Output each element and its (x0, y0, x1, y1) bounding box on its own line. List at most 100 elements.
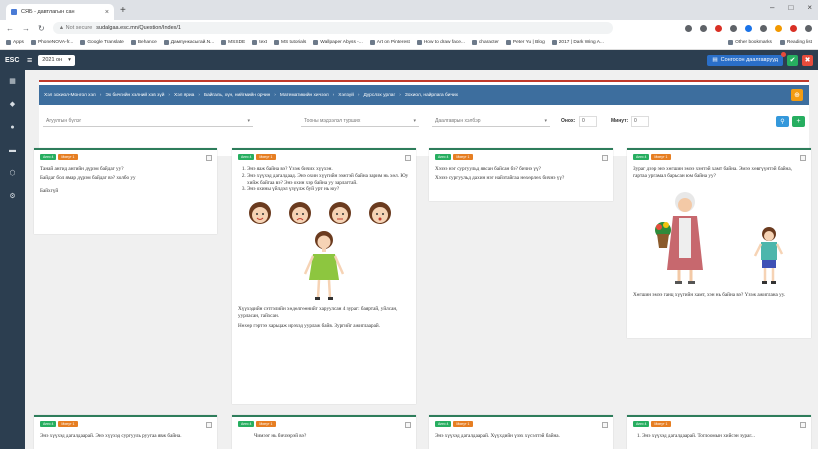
bookmark-item[interactable]: PhoneNOVA-fr... (30, 40, 73, 45)
bookmark-label: MSSDE (228, 40, 246, 45)
extension-icon[interactable] (775, 24, 782, 32)
close-window-icon[interactable]: × (807, 3, 812, 12)
diamond-icon[interactable]: ◆ (10, 101, 15, 108)
content-group-select[interactable]: Агуулгын бүлэг ▾ (43, 115, 253, 127)
minimize-icon[interactable]: – (770, 3, 774, 12)
bookmark-item[interactable]: Behance (130, 40, 157, 45)
reload-icon[interactable]: ↻ (38, 24, 45, 33)
task-form-select[interactable]: Даалгаврын хэлбэр ▾ (432, 115, 550, 127)
select-checkbox[interactable] (405, 155, 411, 161)
reading-list-icon (779, 40, 785, 45)
browser-tab[interactable]: СЯБ - давтлагын сан × (6, 4, 114, 20)
bookmark-item[interactable]: Дампункасыгай.N... (163, 40, 214, 45)
type-select[interactable]: Тооны мэдээлэл турших ▾ (301, 115, 419, 127)
bookmark-item[interactable]: MSSDE (221, 40, 245, 45)
tab-close-icon[interactable]: × (105, 9, 109, 16)
question-card[interactable]: Анги 4 Минут 1 Танай ангид ангийн дүрэм … (34, 148, 217, 234)
star-icon[interactable] (685, 24, 692, 32)
breadcrumb-item[interactable]: Зохиол, найрлага бичих (405, 93, 462, 98)
select-checkbox[interactable] (800, 422, 806, 428)
select-checkbox[interactable] (405, 422, 411, 428)
back-icon[interactable]: ← (6, 24, 14, 33)
bookmark-item[interactable]: Art on Pinterest (369, 40, 410, 45)
type-placeholder: Тооны мэдээлэл турших (304, 117, 361, 124)
select-checkbox[interactable] (602, 155, 608, 161)
circle-icon[interactable]: ● (10, 124, 14, 131)
bar-icon[interactable]: ▬ (9, 147, 16, 154)
breadcrumb-item[interactable]: Математикийн хичээл (280, 93, 333, 98)
bookmark-label: Art on Pinterest (376, 40, 410, 45)
profile-avatar[interactable] (805, 24, 812, 32)
breadcrumb-item[interactable]: Эх бичгийн хэлний хэв зүй (105, 93, 168, 98)
extension-icon[interactable] (790, 24, 797, 32)
bookmark-item[interactable]: character (471, 40, 499, 45)
selected-tasks-button[interactable]: ▤ Сонгосон даалгаврууд (707, 51, 786, 66)
bookmark-item[interactable]: How to draw face... (416, 40, 465, 45)
bookmark-item[interactable]: MS tutorials (273, 40, 306, 45)
extension-icon[interactable] (730, 24, 737, 32)
maximize-icon[interactable]: □ (788, 3, 793, 12)
select-checkbox[interactable] (602, 422, 608, 428)
reading-list[interactable]: Reading list (779, 40, 812, 45)
question-card[interactable]: Анги 4 Минут 1 Энэ яаж байна вэ? Үзэж би… (232, 148, 416, 404)
question-card[interactable]: Анги 4 Минут 1 Хэзээ нэг сургуульд явсан… (429, 148, 613, 201)
breadcrumb-item[interactable]: Хэл яриа (174, 93, 198, 98)
minute-input[interactable]: 0 (631, 115, 649, 127)
bookmark-item[interactable]: Google Translate (80, 40, 124, 45)
breadcrumb-item[interactable]: Хэл зохиол-Монгол хэл (44, 93, 100, 98)
extension-icon[interactable] (760, 24, 767, 32)
select-checkbox[interactable] (206, 155, 212, 161)
bookmark-label: Wallpaper Abyss -... (320, 40, 363, 45)
card-text: Хэзээ сургуульд дахин нэг найзтайгаа нөх… (435, 175, 565, 182)
chevron-down-icon: ▾ (544, 117, 547, 124)
forward-icon[interactable]: → (22, 24, 30, 33)
question-card[interactable]: Анги 4 Минут 1 Зураг дээр энэ хөгшин эмэ… (627, 148, 811, 338)
select-checkbox[interactable] (206, 422, 212, 428)
question-card[interactable]: Анги 4 Минут 1 Энэ хүүхэд дагалдаарай. Э… (34, 415, 217, 449)
grandmother-boy-illustration (633, 186, 805, 286)
bookmark-item[interactable]: 2017 | Dark Wing A... (551, 40, 604, 45)
year-select[interactable]: 2021 он ▾ (38, 54, 75, 66)
question-card[interactable]: Анги 4 Минут 1 Энэ хүүхэд дагалдаарай. Х… (429, 415, 613, 449)
bookmark-item[interactable]: text (252, 40, 267, 45)
new-tab-button[interactable]: + (120, 5, 126, 16)
grade-input[interactable]: 0 (579, 115, 597, 127)
select-checkbox[interactable] (800, 155, 806, 161)
hexagon-icon[interactable]: ⬡ (9, 170, 15, 177)
breadcrumb-item[interactable]: Байгаль, хүн, нийгмийн орчин (204, 93, 274, 98)
bookmark-label: Apps (13, 40, 24, 45)
list-icon: ▤ (712, 57, 718, 63)
minute-tag: Минут 1 (256, 154, 276, 160)
extension-icon[interactable] (700, 24, 707, 32)
app-logo[interactable]: ESC (5, 57, 21, 64)
other-bookmarks[interactable]: Other bookmarks (728, 40, 772, 45)
bookmark-item[interactable]: Apps (6, 40, 24, 45)
address-bar: ← → ↻ ▲ Not secure sudalgaa.esc.mn/Quest… (0, 20, 818, 36)
not-secure-label[interactable]: ▲ Not secure (59, 25, 93, 31)
card-tags: Анги 4 Минут 1 (40, 421, 211, 427)
add-button[interactable]: + (792, 115, 805, 127)
confirm-button[interactable]: ✔ (787, 54, 798, 66)
menu-icon[interactable]: ≡ (27, 55, 32, 65)
grade-tag: Анги 4 (40, 154, 57, 160)
breadcrumb-action-button[interactable]: ⊕ (791, 89, 803, 101)
breadcrumb-item[interactable]: Дүрслэх урлаг (364, 93, 400, 98)
gear-icon[interactable]: ⚙ (9, 193, 15, 200)
question-card[interactable]: Анги 4 Минут 1 Энэ хүүхэд дагалдаарай. Т… (627, 415, 811, 449)
extension-icon[interactable] (745, 24, 752, 32)
search-button[interactable]: ⚲ (776, 115, 789, 127)
question-card[interactable]: Анги 4 Минут 1 Чимээг нь бичээрэй вэ? (232, 415, 416, 449)
window-controls: – □ × (770, 3, 812, 12)
apps-icon (6, 40, 11, 45)
list-item: Энэ охины үйлдэл үзүүлж буй урт нь юу? (247, 186, 410, 193)
close-button[interactable]: ✖ (802, 54, 813, 66)
breadcrumb-item[interactable]: Хэлзүй (338, 93, 358, 98)
card-tags: Анги 4 Минут 1 (40, 154, 211, 160)
url-input[interactable]: ▲ Not secure sudalgaa.esc.mn/Question/In… (52, 22, 613, 34)
bookmark-item[interactable]: Peter Yu | Blog (505, 40, 545, 45)
card-text: Зураг дээр энэ хөгшин эмээ хэнтэй хамт б… (633, 166, 792, 180)
extension-icon[interactable] (715, 24, 722, 32)
bookmark-item[interactable]: Wallpaper Abyss -... (313, 40, 363, 45)
card-text: Байхгүй (40, 188, 59, 195)
dashboard-icon[interactable]: ▦ (9, 78, 16, 85)
